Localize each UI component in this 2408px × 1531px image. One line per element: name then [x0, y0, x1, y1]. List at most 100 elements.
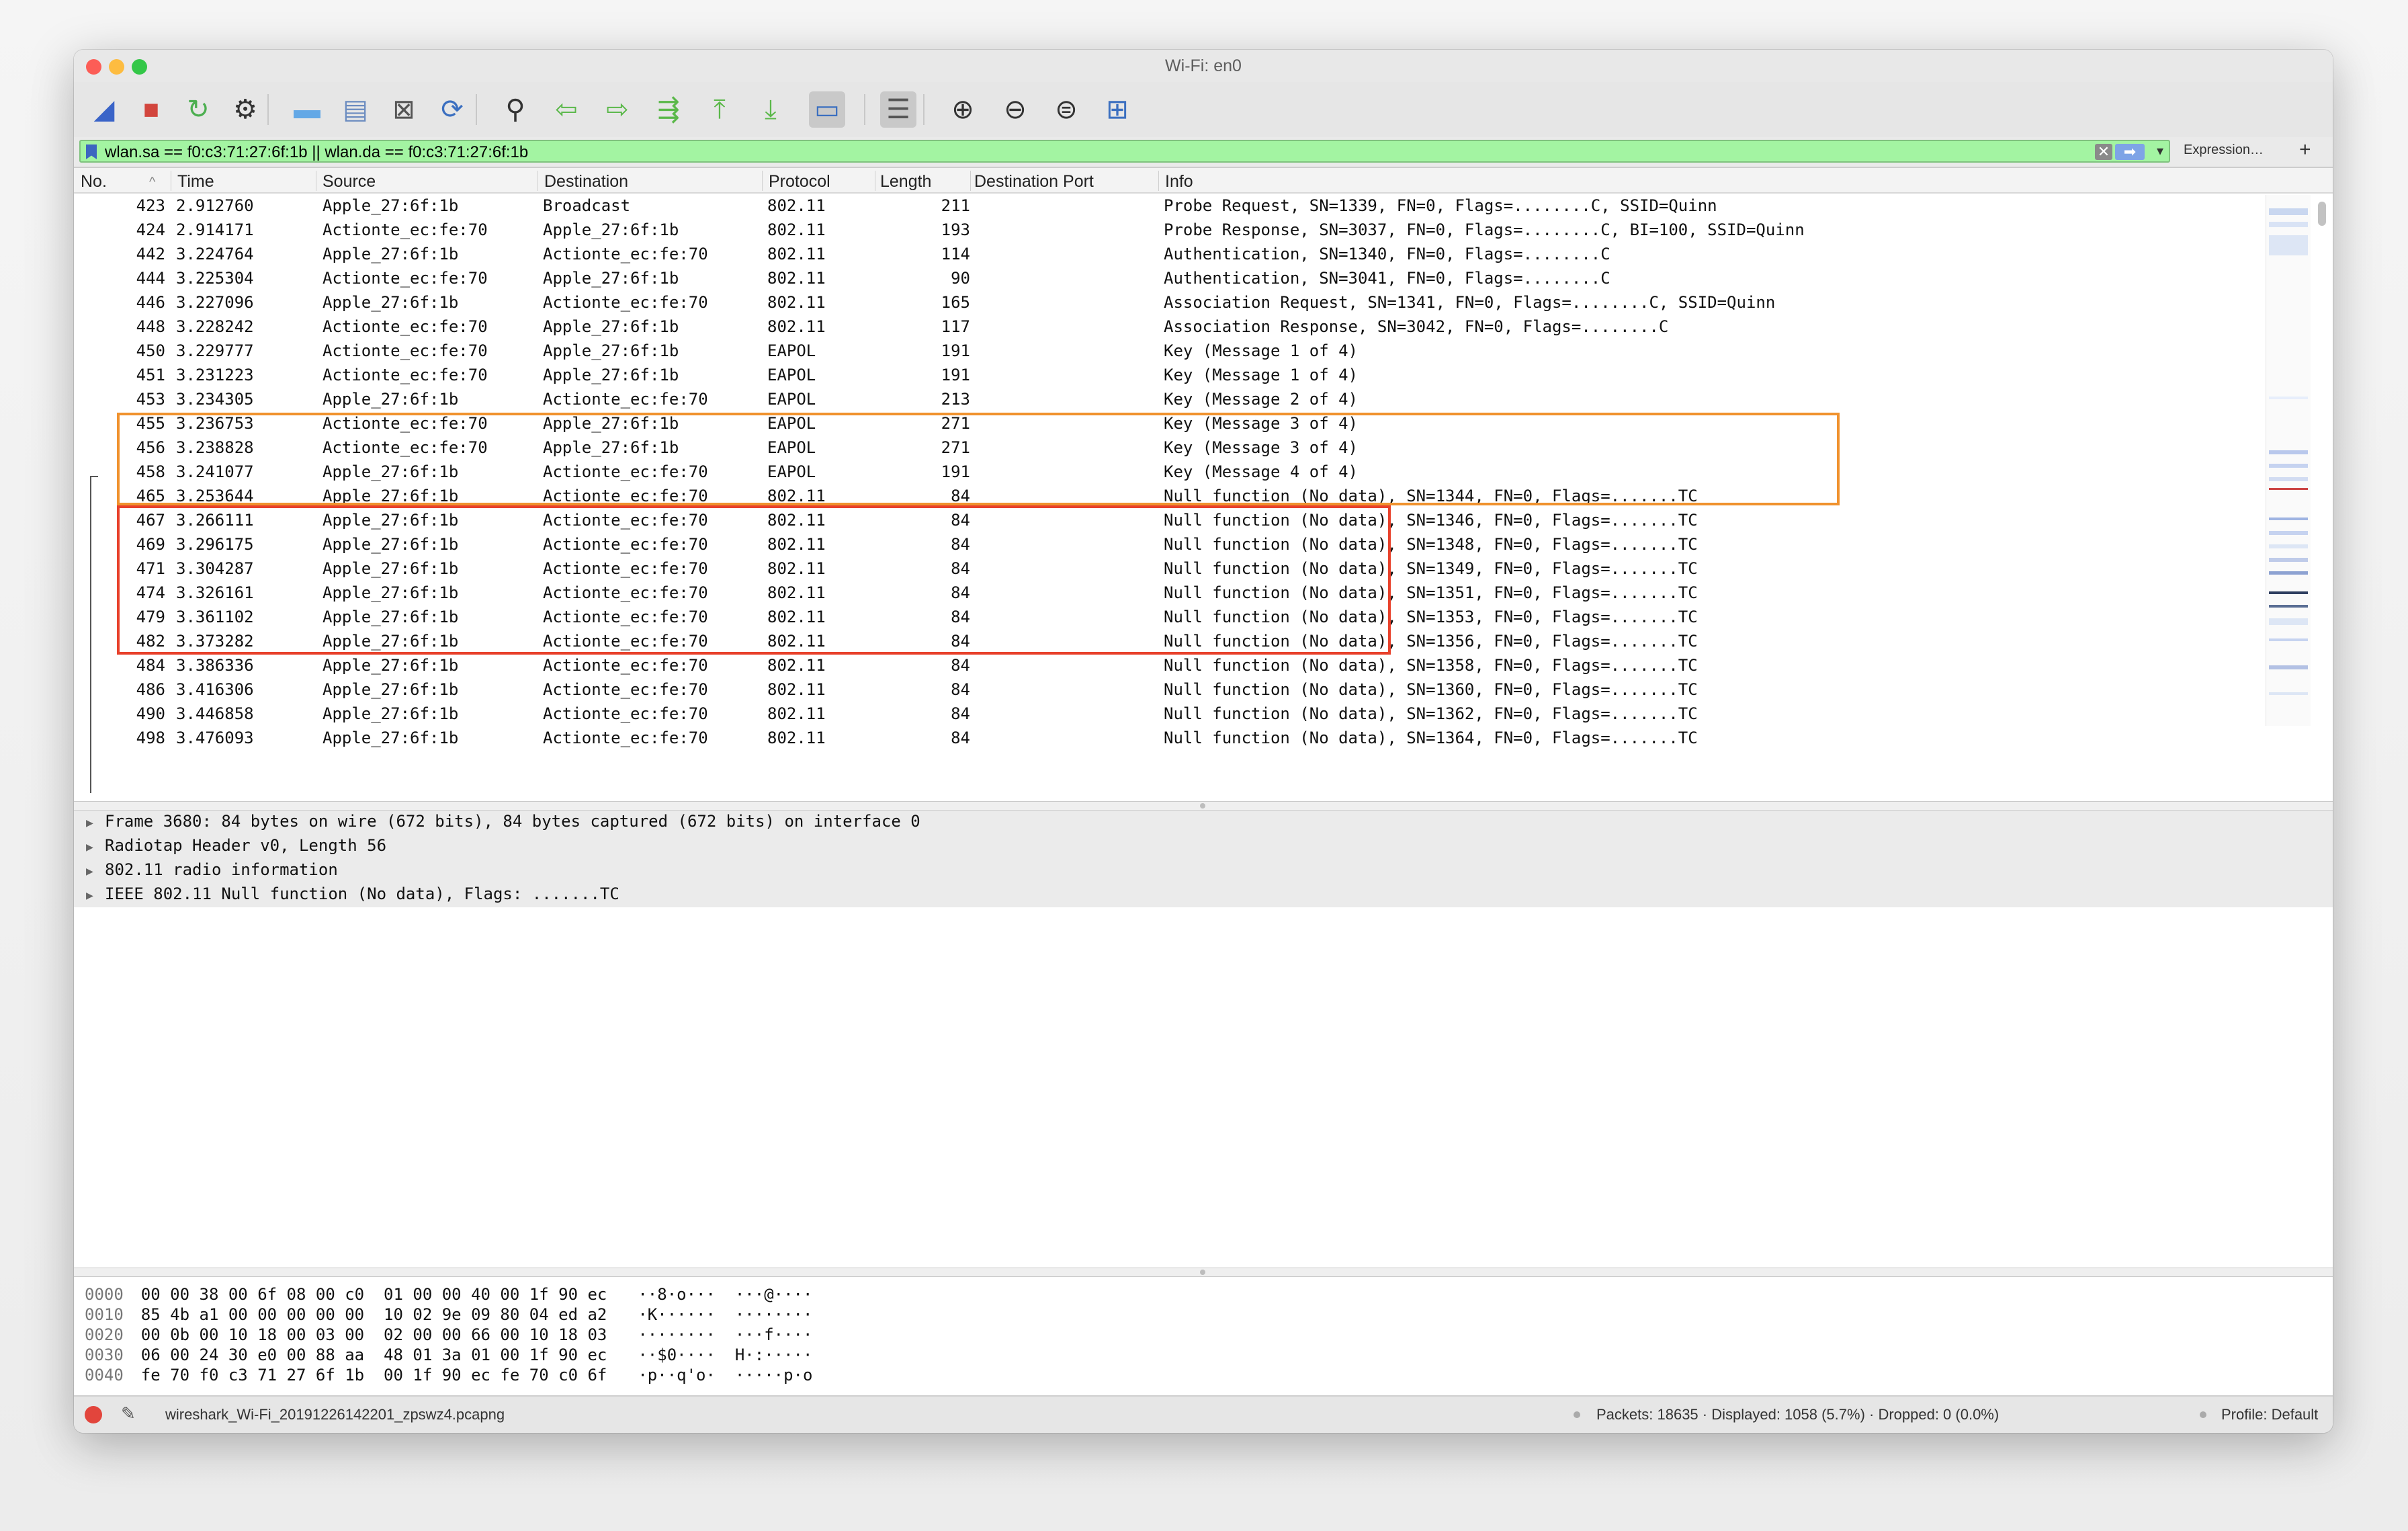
packet-proto-cell: 802.11: [767, 656, 826, 675]
go-to-packet-icon[interactable]: ⇶: [650, 91, 687, 128]
hex-dump-row[interactable]: 0020 00 0b 00 10 18 00 03 00 02 00 00 66 …: [85, 1325, 812, 1346]
hex-bytes[interactable]: 85 4b a1 00 00 00 00 00 10 02 9e 09 80 0…: [141, 1305, 607, 1324]
detail-frame[interactable]: ▶ Frame 3680: 84 bytes on wire (672 bits)…: [86, 812, 920, 836]
open-folder-icon[interactable]: ▬: [289, 91, 325, 128]
normal-size-icon[interactable]: ⊜: [1048, 91, 1084, 128]
colorize-icon[interactable]: ☰: [880, 91, 916, 128]
hex-dump-row[interactable]: 0040 fe 70 f0 c3 71 27 6f 1b 00 1f 90 ec …: [85, 1366, 812, 1386]
apply-filter-icon[interactable]: ➡: [2115, 144, 2145, 160]
hex-ascii[interactable]: ··8·o··· ···@····: [638, 1285, 812, 1304]
column-destination[interactable]: Destination: [544, 172, 628, 192]
column-protocol[interactable]: Protocol: [769, 172, 830, 192]
profile-selector[interactable]: Profile: Default: [2221, 1406, 2318, 1423]
restart-capture-icon[interactable]: ↻: [180, 91, 216, 128]
hex-bytes[interactable]: 06 00 24 30 e0 00 88 aa 48 01 3a 01 00 1…: [141, 1346, 607, 1364]
detail-ieee80211[interactable]: ▶ IEEE 802.11 Null function (No data), Fl…: [86, 884, 619, 909]
add-filter-button[interactable]: +: [2299, 138, 2311, 161]
go-back-icon[interactable]: ⇦: [548, 91, 585, 128]
expert-info-icon[interactable]: [85, 1406, 102, 1423]
hex-bytes[interactable]: 00 0b 00 10 18 00 03 00 02 00 00 66 00 1…: [141, 1325, 607, 1344]
packet-src-cell: Actionte_ec:fe:70: [322, 220, 488, 239]
go-forward-icon[interactable]: ⇨: [599, 91, 636, 128]
packet-dst-cell: Apple_27:6f:1b: [543, 341, 679, 360]
hex-bytes[interactable]: fe 70 f0 c3 71 27 6f 1b 00 1f 90 ec fe 7…: [141, 1366, 607, 1384]
details-bytes-splitter[interactable]: [74, 1268, 2333, 1277]
packet-row[interactable]: 442 3.224764 Apple_27:6f:1b Actionte_ec:fe:…: [74, 242, 2258, 266]
column-info[interactable]: Info: [1165, 172, 1193, 192]
hex-ascii[interactable]: ··$0···· H·:·····: [638, 1346, 812, 1364]
hex-bytes[interactable]: 00 00 38 00 6f 08 00 c0 01 00 00 40 00 1…: [141, 1285, 607, 1304]
packet-info-cell: Authentication, SN=1340, FN=0, Flags=...…: [1164, 245, 1610, 263]
packet-no-cell: 490: [136, 704, 165, 723]
hex-ascii[interactable]: ········ ···f····: [638, 1325, 812, 1344]
packet-info-cell: Association Request, SN=1341, FN=0, Flag…: [1164, 293, 1776, 312]
packet-row[interactable]: 486 3.416306 Apple_27:6f:1b Actionte_ec:fe:…: [74, 677, 2258, 702]
packet-len-cell: 84: [951, 680, 970, 699]
packet-src-cell: Actionte_ec:fe:70: [322, 366, 488, 384]
expression-button[interactable]: Expression…: [2184, 142, 2264, 158]
column-no[interactable]: No.: [81, 172, 107, 192]
column-time[interactable]: Time: [177, 172, 214, 192]
capture-options-gear-icon[interactable]: ⚙: [227, 91, 263, 128]
detail-radiotap[interactable]: ▶ Radiotap Header v0, Length 56: [86, 836, 386, 860]
packet-row[interactable]: 484 3.386336 Apple_27:6f:1b Actionte_ec:fe:…: [74, 653, 2258, 677]
hex-dump-row[interactable]: 0030 06 00 24 30 e0 00 88 aa 48 01 3a 01 …: [85, 1346, 812, 1366]
packet-row[interactable]: 490 3.446858 Apple_27:6f:1b Actionte_ec:fe:…: [74, 702, 2258, 726]
list-details-splitter[interactable]: [74, 801, 2333, 811]
filter-history-dropdown-icon[interactable]: ▾: [2157, 142, 2163, 159]
packet-row[interactable]: 424 2.914171 Actionte_ec:fe:70 Apple_27:6f:…: [74, 218, 2258, 242]
packet-src-cell: Apple_27:6f:1b: [322, 196, 459, 215]
packet-row[interactable]: 451 3.231223 Actionte_ec:fe:70 Apple_27:6f:…: [74, 363, 2258, 387]
expand-triangle-icon[interactable]: ▶: [86, 888, 105, 903]
clear-filter-icon[interactable]: ✕: [2095, 144, 2112, 160]
hex-dump-row[interactable]: 0010 85 4b a1 00 00 00 00 00 10 02 9e 09 …: [85, 1305, 812, 1325]
expand-triangle-icon[interactable]: ▶: [86, 840, 105, 854]
column-source[interactable]: Source: [322, 172, 376, 192]
resize-columns-icon[interactable]: ⊞: [1099, 91, 1135, 128]
first-packet-icon[interactable]: ⤒: [701, 91, 738, 128]
close-file-icon[interactable]: ⊠: [386, 91, 422, 128]
zoom-out-icon[interactable]: ⊖: [997, 91, 1033, 128]
packet-info-cell: Key (Message 2 of 4): [1164, 390, 1358, 409]
detail-radio-info[interactable]: ▶ 802.11 radio information: [86, 860, 338, 884]
autoscroll-icon[interactable]: ▭: [809, 91, 845, 128]
packet-bytes-pane: 0000 00 00 38 00 6f 08 00 c0 01 00 00 40 …: [74, 1277, 2333, 1398]
packet-minimap[interactable]: [2266, 195, 2311, 726]
packet-len-cell: 84: [951, 729, 970, 747]
packet-list-scrollbar[interactable]: [2315, 195, 2329, 773]
zoom-in-icon[interactable]: ⊕: [945, 91, 981, 128]
packet-row[interactable]: 446 3.227096 Apple_27:6f:1b Actionte_ec:fe:…: [74, 290, 2258, 315]
display-filter-input[interactable]: wlan.sa == f0:c3:71:27:6f:1b || wlan.da …: [79, 140, 2170, 163]
packet-row[interactable]: 448 3.228242 Actionte_ec:fe:70 Apple_27:6f:…: [74, 315, 2258, 339]
packet-info-cell: Null function (No data), SN=1360, FN=0, …: [1164, 680, 1698, 699]
packet-proto-cell: 802.11: [767, 729, 826, 747]
packet-row[interactable]: 498 3.476093 Apple_27:6f:1b Actionte_ec:fe:…: [74, 726, 2258, 750]
packet-list[interactable]: No. ^ Time Source Destination Protocol L…: [74, 168, 2333, 801]
column-destination-port[interactable]: Destination Port: [974, 172, 1094, 192]
packet-no-cell: 442: [136, 245, 165, 263]
save-file-icon[interactable]: ▤: [337, 91, 374, 128]
filter-bookmark-icon[interactable]: [86, 144, 97, 159]
last-packet-icon[interactable]: ⤓: [752, 91, 789, 128]
packet-row[interactable]: 450 3.229777 Actionte_ec:fe:70 Apple_27:6f:…: [74, 339, 2258, 363]
packet-len-cell: 117: [941, 317, 970, 336]
packet-list-scroll-thumb[interactable]: [2318, 202, 2326, 226]
hex-ascii[interactable]: ·p··q'o· ·····p·o: [638, 1366, 812, 1384]
reload-file-icon[interactable]: ⟳: [434, 91, 470, 128]
packet-row[interactable]: 453 3.234305 Apple_27:6f:1b Actionte_ec:fe:…: [74, 387, 2258, 411]
hex-ascii[interactable]: ·K······ ········: [638, 1305, 812, 1324]
packet-no-cell: 453: [136, 390, 165, 409]
expand-triangle-icon[interactable]: ▶: [86, 816, 105, 830]
column-length[interactable]: Length: [880, 172, 931, 192]
packet-row[interactable]: 423 2.912760 Apple_27:6f:1b Broadcast 802.11…: [74, 194, 2258, 218]
display-filter-text[interactable]: wlan.sa == f0:c3:71:27:6f:1b || wlan.da …: [105, 143, 528, 162]
hex-dump-row[interactable]: 0000 00 00 38 00 6f 08 00 c0 01 00 00 40 …: [85, 1285, 812, 1305]
expand-triangle-icon[interactable]: ▶: [86, 864, 105, 878]
stop-capture-icon[interactable]: ■: [133, 91, 169, 128]
packet-row[interactable]: 444 3.225304 Actionte_ec:fe:70 Apple_27:6f:…: [74, 266, 2258, 290]
shark-fin-start-icon[interactable]: ◢: [86, 91, 122, 128]
capture-comment-icon[interactable]: ✎: [121, 1403, 136, 1424]
find-packet-icon[interactable]: ⚲: [497, 91, 533, 128]
packet-info-cell: Key (Message 1 of 4): [1164, 366, 1358, 384]
packet-time-cell: 3.234305: [176, 390, 254, 409]
